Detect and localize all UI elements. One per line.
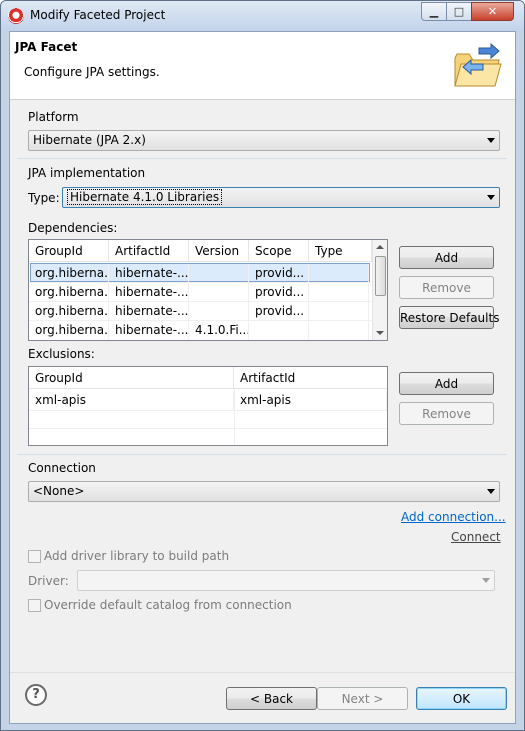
driver-label: Driver: bbox=[28, 574, 69, 588]
table-cell[interactable]: org.hiberna... bbox=[29, 321, 109, 340]
table-cell[interactable] bbox=[249, 321, 309, 340]
folder-arrows-icon bbox=[454, 42, 502, 87]
driver-select[interactable] bbox=[77, 570, 495, 591]
ok-button[interactable]: OK bbox=[416, 687, 507, 710]
row-gridline bbox=[29, 282, 372, 283]
window-title: Modify Faceted Project bbox=[30, 8, 166, 22]
column-header-groupid[interactable]: GroupId bbox=[29, 240, 109, 262]
chevron-down-icon bbox=[487, 195, 495, 200]
scroll-up-arrow-icon[interactable] bbox=[376, 245, 384, 249]
scrollbar-thumb[interactable] bbox=[375, 256, 386, 296]
exclusions-add-button[interactable]: Add bbox=[399, 372, 494, 395]
page-title: JPA Facet bbox=[15, 40, 78, 54]
table-cell[interactable]: provid... bbox=[249, 264, 309, 283]
table-cell[interactable]: hibernate-... bbox=[109, 264, 189, 283]
minimize-button[interactable]: ▁ bbox=[421, 2, 447, 21]
table-cell[interactable] bbox=[309, 283, 369, 302]
dependencies-remove-button[interactable]: Remove bbox=[399, 276, 494, 299]
connection-select[interactable]: <None> bbox=[28, 481, 500, 502]
column-header-artifactid[interactable]: ArtifactId bbox=[234, 367, 387, 389]
row-gridline bbox=[29, 301, 372, 302]
dialog-window: Modify Faceted Project ▁ □ ✕ JPA Facet C… bbox=[0, 0, 525, 731]
table-cell[interactable]: hibernate-... bbox=[109, 283, 189, 302]
column-header-version[interactable]: Version bbox=[189, 240, 249, 262]
column-header-type[interactable]: Type bbox=[309, 240, 372, 262]
library-type-value: Hibernate 4.1.0 Libraries bbox=[67, 189, 223, 205]
table-cell[interactable]: xml-apis bbox=[29, 391, 234, 410]
help-icon[interactable]: ? bbox=[25, 684, 47, 706]
table-cell[interactable]: 4.1.0.Fi... bbox=[189, 321, 249, 340]
add-connection-link[interactable]: Add connection... bbox=[401, 510, 506, 524]
column-gridline bbox=[234, 389, 235, 445]
dependencies-add-button[interactable]: Add bbox=[399, 246, 494, 269]
row-gridline bbox=[29, 428, 387, 429]
row-gridline bbox=[29, 320, 372, 321]
dialog-client: JPA Facet Configure JPA settings. Platfo… bbox=[9, 31, 516, 724]
next-button[interactable]: Next > bbox=[317, 687, 408, 710]
table-cell[interactable] bbox=[189, 302, 249, 321]
platform-select[interactable]: Hibernate (JPA 2.x) bbox=[28, 130, 500, 151]
connect-link[interactable]: Connect bbox=[451, 530, 501, 544]
override-catalog-checkbox[interactable] bbox=[28, 599, 41, 612]
dependencies-scrollbar[interactable] bbox=[372, 240, 387, 340]
jpa-implementation-label: JPA implementation bbox=[28, 166, 146, 180]
add-driver-checkbox[interactable] bbox=[28, 550, 41, 563]
add-driver-checkbox-label: Add driver library to build path bbox=[44, 549, 230, 563]
override-catalog-checkbox-label: Override default catalog from connection bbox=[44, 598, 292, 612]
back-button[interactable]: < Back bbox=[226, 687, 317, 710]
connection-select-value: <None> bbox=[33, 484, 85, 498]
column-header-scope[interactable]: Scope bbox=[249, 240, 309, 262]
scroll-down-arrow-icon[interactable] bbox=[376, 331, 384, 335]
table-cell[interactable]: org.hiberna... bbox=[29, 264, 109, 283]
library-type-select[interactable]: Hibernate 4.1.0 Libraries bbox=[62, 187, 500, 208]
table-cell[interactable]: xml-apis bbox=[234, 391, 387, 410]
column-header-artifactid[interactable]: ArtifactId bbox=[109, 240, 189, 262]
table-cell[interactable] bbox=[189, 283, 249, 302]
table-cell[interactable] bbox=[309, 264, 369, 283]
title-bar[interactable]: Modify Faceted Project ▁ □ ✕ bbox=[1, 1, 524, 31]
table-cell[interactable]: org.hiberna... bbox=[29, 302, 109, 321]
exclusions-label: Exclusions: bbox=[28, 347, 95, 361]
wizard-header: JPA Facet Configure JPA settings. bbox=[10, 32, 515, 100]
exclusions-remove-button[interactable]: Remove bbox=[399, 402, 494, 425]
chevron-down-icon bbox=[487, 138, 495, 143]
platform-label: Platform bbox=[28, 110, 79, 124]
eclipse-app-icon bbox=[8, 8, 24, 24]
table-cell[interactable] bbox=[309, 321, 369, 340]
dependencies-table[interactable]: GroupId ArtifactId Version Scope Type or… bbox=[28, 239, 388, 341]
table-cell[interactable] bbox=[189, 264, 249, 283]
table-cell[interactable]: provid... bbox=[249, 302, 309, 321]
exclusions-table[interactable]: GroupId ArtifactId xml-apis xml-apis bbox=[28, 366, 388, 446]
divider bbox=[17, 454, 507, 455]
chevron-down-icon bbox=[487, 489, 495, 494]
table-cell[interactable] bbox=[309, 302, 369, 321]
row-gridline bbox=[29, 410, 387, 411]
divider bbox=[17, 158, 507, 159]
chevron-down-icon bbox=[482, 578, 490, 583]
footer-divider bbox=[10, 672, 515, 673]
type-label: Type: bbox=[28, 191, 60, 205]
column-header-groupid[interactable]: GroupId bbox=[29, 367, 234, 389]
restore-defaults-button[interactable]: Restore Defaults bbox=[399, 306, 499, 329]
platform-select-value: Hibernate (JPA 2.x) bbox=[33, 133, 146, 147]
dependencies-label: Dependencies: bbox=[28, 221, 118, 235]
page-description: Configure JPA settings. bbox=[24, 65, 160, 79]
table-cell[interactable]: hibernate-... bbox=[109, 321, 189, 340]
table-cell[interactable]: org.hiberna... bbox=[29, 283, 109, 302]
connection-label: Connection bbox=[28, 461, 96, 475]
close-button[interactable]: ✕ bbox=[471, 2, 514, 21]
table-cell[interactable]: provid... bbox=[249, 283, 309, 302]
table-cell[interactable]: hibernate-... bbox=[109, 302, 189, 321]
maximize-button[interactable]: □ bbox=[446, 2, 472, 21]
